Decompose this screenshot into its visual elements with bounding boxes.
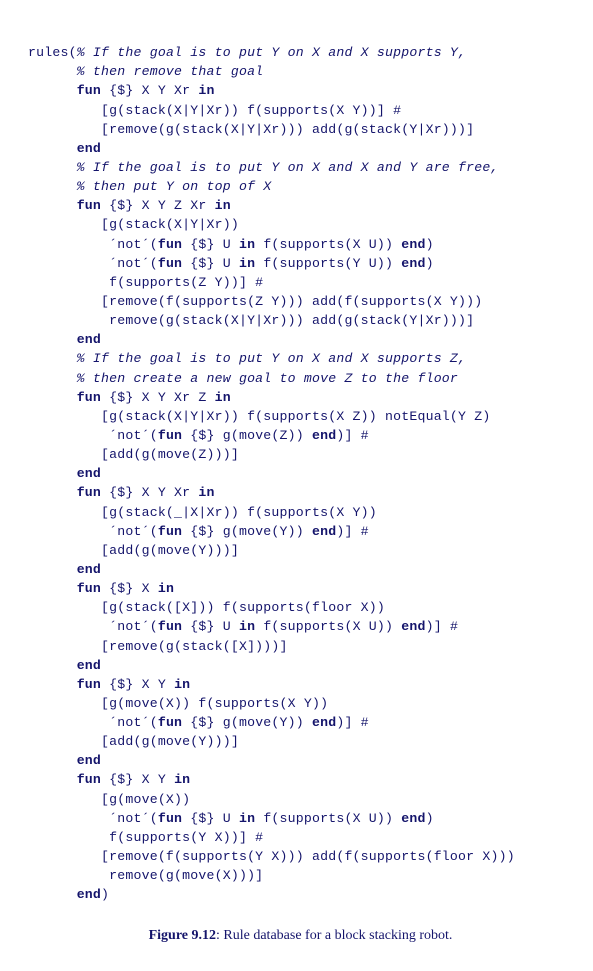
code-line: % If the goal is to put Y on X and X sup… xyxy=(28,351,466,366)
code-line: [remove(g(stack([X])))] xyxy=(28,639,288,654)
code-line: [remove(f(supports(Z Y))) add(f(supports… xyxy=(28,294,482,309)
code-line: [g(stack([X])) f(supports(floor X)) xyxy=(28,600,385,615)
code-line: remove(g(stack(X|Y|Xr))) add(g(stack(Y|X… xyxy=(28,313,474,328)
code-line: ´not´(fun {$} U in f(supports(X U)) end)… xyxy=(28,619,458,634)
code-line: end xyxy=(28,141,101,156)
code-line: f(supports(Z Y))] # xyxy=(28,275,263,290)
code-line: end xyxy=(28,658,101,673)
code-line: fun {$} X Y Xr Z in xyxy=(28,390,231,405)
code-block: rules(% If the goal is to put Y on X and… xyxy=(28,24,573,904)
code-line: [remove(g(stack(X|Y|Xr))) add(g(stack(Y|… xyxy=(28,122,474,137)
code-line: fun {$} X Y Xr in xyxy=(28,485,215,500)
figure-label: Figure 9.12 xyxy=(149,928,216,943)
code-line: % If the goal is to put Y on X and X and… xyxy=(28,160,499,175)
code-line: ´not´(fun {$} U in f(supports(Y U)) end) xyxy=(28,256,434,271)
code-line: fun {$} X Y Z Xr in xyxy=(28,198,231,213)
code-line: % then create a new goal to move Z to th… xyxy=(28,371,458,386)
code-line: remove(g(move(X)))] xyxy=(28,868,263,883)
code-line: end xyxy=(28,562,101,577)
code-line: fun {$} X Y Xr in xyxy=(28,83,215,98)
code-line: % then remove that goal xyxy=(28,64,263,79)
code-line: [add(g(move(Y)))] xyxy=(28,543,239,558)
code-line: % then put Y on top of X xyxy=(28,179,271,194)
code-line: rules(% If the goal is to put Y on X and… xyxy=(28,45,466,60)
code-line: ´not´(fun {$} U in f(supports(X U)) end) xyxy=(28,237,434,252)
code-line: [g(stack(X|Y|Xr)) f(supports(X Z)) notEq… xyxy=(28,409,491,424)
code-line: [remove(f(supports(Y X))) add(f(supports… xyxy=(28,849,515,864)
code-line: fun {$} X Y in xyxy=(28,772,190,787)
code-line: [add(g(move(Y)))] xyxy=(28,734,239,749)
figure-caption: Figure 9.12: Rule database for a block s… xyxy=(28,926,573,946)
code-line: [g(move(X)) xyxy=(28,792,190,807)
figure-caption-sep: : xyxy=(216,928,223,943)
code-line: end) xyxy=(28,887,109,902)
code-line: ´not´(fun {$} g(move(Y)) end)] # xyxy=(28,715,369,730)
code-line: [g(stack(X|Y|Xr)) f(supports(X Y))] # xyxy=(28,103,401,118)
figure-caption-text: Rule database for a block stacking robot… xyxy=(223,928,452,943)
code-line: ´not´(fun {$} g(move(Z)) end)] # xyxy=(28,428,369,443)
code-line: [g(stack(X|Y|Xr)) xyxy=(28,217,239,232)
code-line: end xyxy=(28,466,101,481)
code-line: ´not´(fun {$} U in f(supports(X U)) end) xyxy=(28,811,434,826)
code-line: [add(g(move(Z)))] xyxy=(28,447,239,462)
code-line: fun {$} X in xyxy=(28,581,174,596)
code-line: f(supports(Y X))] # xyxy=(28,830,263,845)
code-line: fun {$} X Y in xyxy=(28,677,190,692)
code-line: ´not´(fun {$} g(move(Y)) end)] # xyxy=(28,524,369,539)
code-line: [g(stack(_|X|Xr)) f(supports(X Y)) xyxy=(28,505,377,520)
code-line: end xyxy=(28,332,101,347)
code-line: end xyxy=(28,753,101,768)
code-line: [g(move(X)) f(supports(X Y)) xyxy=(28,696,328,711)
